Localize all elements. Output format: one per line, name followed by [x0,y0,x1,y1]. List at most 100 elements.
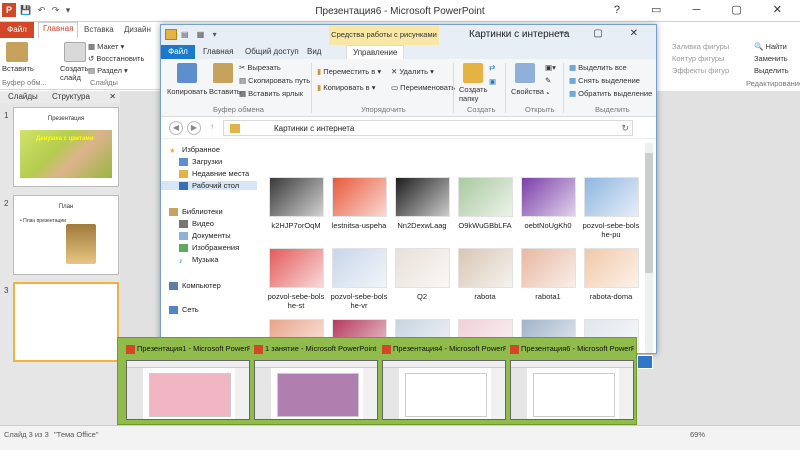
nav-computer[interactable]: Компьютер [169,281,221,291]
tab-file[interactable]: Файл [0,22,34,38]
paste-shortcut-button[interactable]: ▦ Вставить ярлык [239,89,303,98]
select-none-button[interactable]: ▦ Снять выделение [569,76,640,85]
file-tile[interactable]: rabota1 [517,248,579,301]
tab-outline[interactable]: Структура [52,92,90,101]
nav-documents[interactable]: Документы [179,231,231,241]
edit-icon[interactable]: ✎ [545,76,551,85]
tab-design[interactable]: Дизайн [124,25,151,34]
taskbar-preview-window[interactable]: Презентация1 - Microsoft PowerPoint [126,342,250,422]
preview-title: Презентация1 - Microsoft PowerPoint [126,344,250,356]
file-tile[interactable]: O9kWuGBbLFA [454,177,516,230]
explorer-titlebar: ▤ ▦ ▾ Средства работы с рисунками Картин… [161,25,656,45]
reset-button[interactable]: ↺ Восстановить [88,54,144,63]
window-controls[interactable]: ? ▭ ─ ▢ ✕ [614,3,796,16]
nav-images[interactable]: Изображения [179,243,239,253]
preview-screenshot [510,360,634,420]
replace-button[interactable]: Заменить [754,54,788,63]
file-thumbnail [583,177,639,217]
paste-button[interactable]: Вставить [209,87,241,96]
close-icon[interactable]: ✕ [109,92,116,101]
paste-icon [6,42,28,62]
file-tile[interactable]: Nn2DexwLaag [391,177,453,230]
slide-thumbnail-2[interactable]: План • План презентации [13,195,119,275]
nav-desktop[interactable]: Рабочий стол [161,181,257,191]
cut-button[interactable]: ✂ Вырезать [239,63,281,72]
shape-effects-button[interactable]: Эффекты фигур [672,66,729,75]
scrollbar-thumb[interactable] [645,153,653,273]
file-name: pozvol-sebe-bols he-pu [582,221,640,239]
open-image-icon[interactable]: ▣▾ [545,63,556,72]
zoom-level[interactable]: 69% [690,430,705,439]
find-button[interactable]: 🔍 Найти [754,42,787,51]
taskbar-preview-window[interactable]: Презентация6 - Microsoft PowerPoint [510,342,634,422]
file-thumbnail [520,177,576,217]
tab-home[interactable]: Главная [203,47,233,56]
select-all-button[interactable]: ▦ Выделить все [569,63,627,72]
tab-file[interactable]: Файл [161,45,195,59]
explorer-quick-access[interactable]: ▤ ▦ ▾ [181,30,220,39]
delete-button[interactable]: ✕ Удалить ▾ [391,67,434,76]
move-to-button[interactable]: ▮ Переместить в ▾ [317,67,381,76]
file-tile[interactable]: Q2 [391,248,453,301]
rename-icon: ▭ [391,83,401,92]
tab-home[interactable]: Главная [38,22,79,38]
copy-to-button[interactable]: ▮ Копировать в ▾ [317,83,376,92]
rename-button[interactable]: ▭ Переименовать [391,83,455,92]
refresh-icon[interactable]: ↻ [621,123,629,134]
taskbar-preview-window[interactable]: Презентация4 - Microsoft PowerPoint [382,342,506,422]
file-tile[interactable]: pozvol-sebe-bols he-st [265,248,327,310]
new-slide-button[interactable]: Создать слайд [60,64,89,82]
preview-screenshot [254,360,378,420]
powerpoint-icon [510,344,519,354]
nav-music[interactable]: ♪ Музыка [179,255,219,265]
invert-selection-button[interactable]: ▦ Обратить выделение [569,89,652,98]
taskbar-button[interactable] [637,355,653,369]
preview-slide-pane [255,368,271,419]
explorer-window-title: Картинки с интернета [469,29,570,40]
copy-button[interactable]: Копировать [167,87,207,96]
nav-libraries[interactable]: Библиотеки [169,207,223,217]
tab-manage[interactable]: Управление [346,45,405,59]
preview-slide-pane [383,368,399,419]
nav-video[interactable]: Видео [179,219,214,229]
preview-slide-pane [511,368,527,419]
copy-path-button[interactable]: ▤ Скопировать путь [239,76,310,85]
properties-button[interactable]: Свойства [511,87,544,96]
tab-insert[interactable]: Вставка [84,25,114,34]
nav-favorites[interactable]: ★ Избранное [169,145,220,155]
perfume-image [66,224,96,264]
select-button[interactable]: Выделить [754,66,789,75]
scrollbar[interactable] [645,143,653,353]
file-tile[interactable]: rabota-doma [580,248,642,301]
nav-network[interactable]: Сеть [169,305,199,315]
forward-icon[interactable]: ▶ [187,121,201,135]
slide-thumbnail-3[interactable] [13,282,119,362]
new-item-icon[interactable]: ⇄ [489,63,495,72]
file-tile[interactable]: rabota [454,248,516,301]
tab-share[interactable]: Общий доступ [245,47,299,56]
slide-title: План [58,204,74,210]
back-icon[interactable]: ◀ [169,121,183,135]
new-folder-button[interactable]: Создать папку [459,85,488,103]
file-tile[interactable]: k2HJP7orOqM [265,177,327,230]
tab-view[interactable]: Вид [307,47,321,56]
slide-thumbnail-1[interactable]: Презентация Девушка с цветами [13,107,119,187]
easy-access-icon[interactable]: ▣ [489,77,496,86]
taskbar-preview-window[interactable]: 1 занятие - Microsoft PowerPoint [254,342,378,422]
file-tile[interactable]: pozvol-sebe-bols he-pu [580,177,642,239]
shape-outline-button[interactable]: Контур фигуры [672,54,724,63]
file-tile[interactable]: pozvol-sebe-bols he-vr [328,248,390,310]
tab-slides[interactable]: Слайды [8,92,38,101]
layout-button[interactable]: ▦ Макет ▾ [88,42,124,51]
explorer-window-controls[interactable]: ─ ▢ ✕ [560,28,650,39]
paste-button[interactable]: Вставить [2,64,34,73]
file-tile[interactable]: oebtNoUgKh0 [517,177,579,230]
nav-downloads[interactable]: Загрузки [179,157,222,167]
section-button[interactable]: ▤ Раздел ▾ [88,66,128,75]
nav-recent[interactable]: Недавние места [179,169,249,179]
address-bar[interactable]: Картинки с интернета ↻ [223,120,633,136]
up-icon[interactable]: ↑ [205,121,219,135]
file-tile[interactable]: lestnitsa-uspeha [328,177,390,230]
shape-fill-button[interactable]: Заливка фигуры [672,42,729,51]
history-icon[interactable]: ◔ [545,89,550,98]
